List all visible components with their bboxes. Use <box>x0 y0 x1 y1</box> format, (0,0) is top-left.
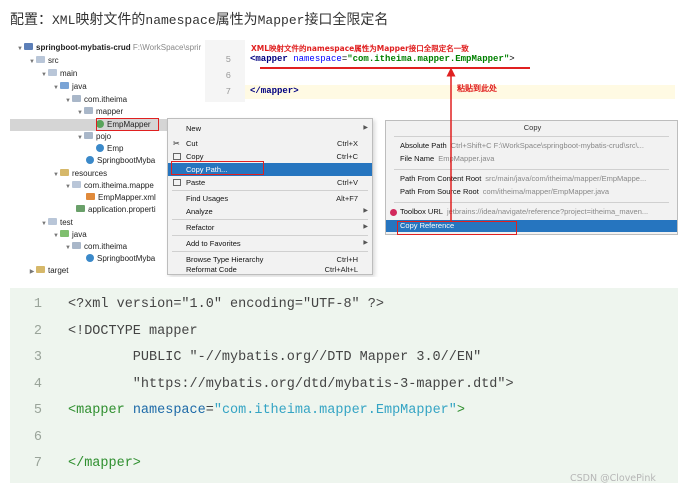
heading-namespace: namespace <box>145 13 216 28</box>
heading-mid1: 映射文件的 <box>75 11 146 27</box>
code-text: <?xml version="1.0" encoding="UTF-8" ?> <box>68 297 384 312</box>
line-number: 2 <box>33 324 42 339</box>
code-text: <!DOCTYPE mapper <box>68 324 198 339</box>
heading-xml: XML <box>52 13 76 28</box>
code-tag-close: > <box>456 403 465 418</box>
page-heading: 配置：XML映射文件的namespace属性为Mapper接口全限定名 <box>10 9 388 29</box>
code-text: PUBLIC "-//mybatis.org//DTD Mapper 3.0//… <box>68 350 482 365</box>
code-text: </mapper> <box>68 456 141 471</box>
code-line-3: 3 PUBLIC "-//mybatis.org//DTD Mapper 3.0… <box>10 346 678 370</box>
heading-suffix: 接口全限定名 <box>304 11 389 27</box>
code-eq: = <box>205 403 214 418</box>
heading-mapper: Mapper <box>257 13 305 28</box>
code-line-5: 5 <mapper namespace="com.itheima.mapper.E… <box>10 399 678 423</box>
line-number: 7 <box>33 456 42 471</box>
code-line-2: 2 <!DOCTYPE mapper <box>10 320 678 344</box>
line-number: 6 <box>33 430 42 445</box>
code-line-4: 4 "https://mybatis.org/dtd/mybatis-3-map… <box>10 373 678 397</box>
code-string: "com.itheima.mapper.EmpMapper" <box>213 403 457 418</box>
code-tag: <mapper <box>68 403 133 418</box>
code-text: "https://mybatis.org/dtd/mybatis-3-mappe… <box>68 377 514 392</box>
heading-mid2: 属性为 <box>215 11 258 27</box>
code-line-6: 6 <box>10 426 678 450</box>
red-arrow <box>446 67 456 222</box>
watermark: CSDN @ClovePink <box>570 473 656 484</box>
ide-screenshot: ▼ springboot-mybatis-crud F:\WorkSpace\sp… <box>10 40 678 277</box>
xml-code-block: 1 <?xml version="1.0" encoding="UTF-8" ?>… <box>10 288 678 483</box>
line-number: 5 <box>33 403 42 418</box>
line-number: 1 <box>33 297 42 312</box>
code-attr: namespace <box>132 403 206 418</box>
heading-prefix: 配置： <box>10 11 52 27</box>
line-number: 3 <box>33 350 42 365</box>
code-text: <mapper namespace="com.itheima.mapper.Em… <box>68 399 465 423</box>
line-number: 4 <box>33 377 42 392</box>
code-line-1: 1 <?xml version="1.0" encoding="UTF-8" ?> <box>10 293 678 317</box>
